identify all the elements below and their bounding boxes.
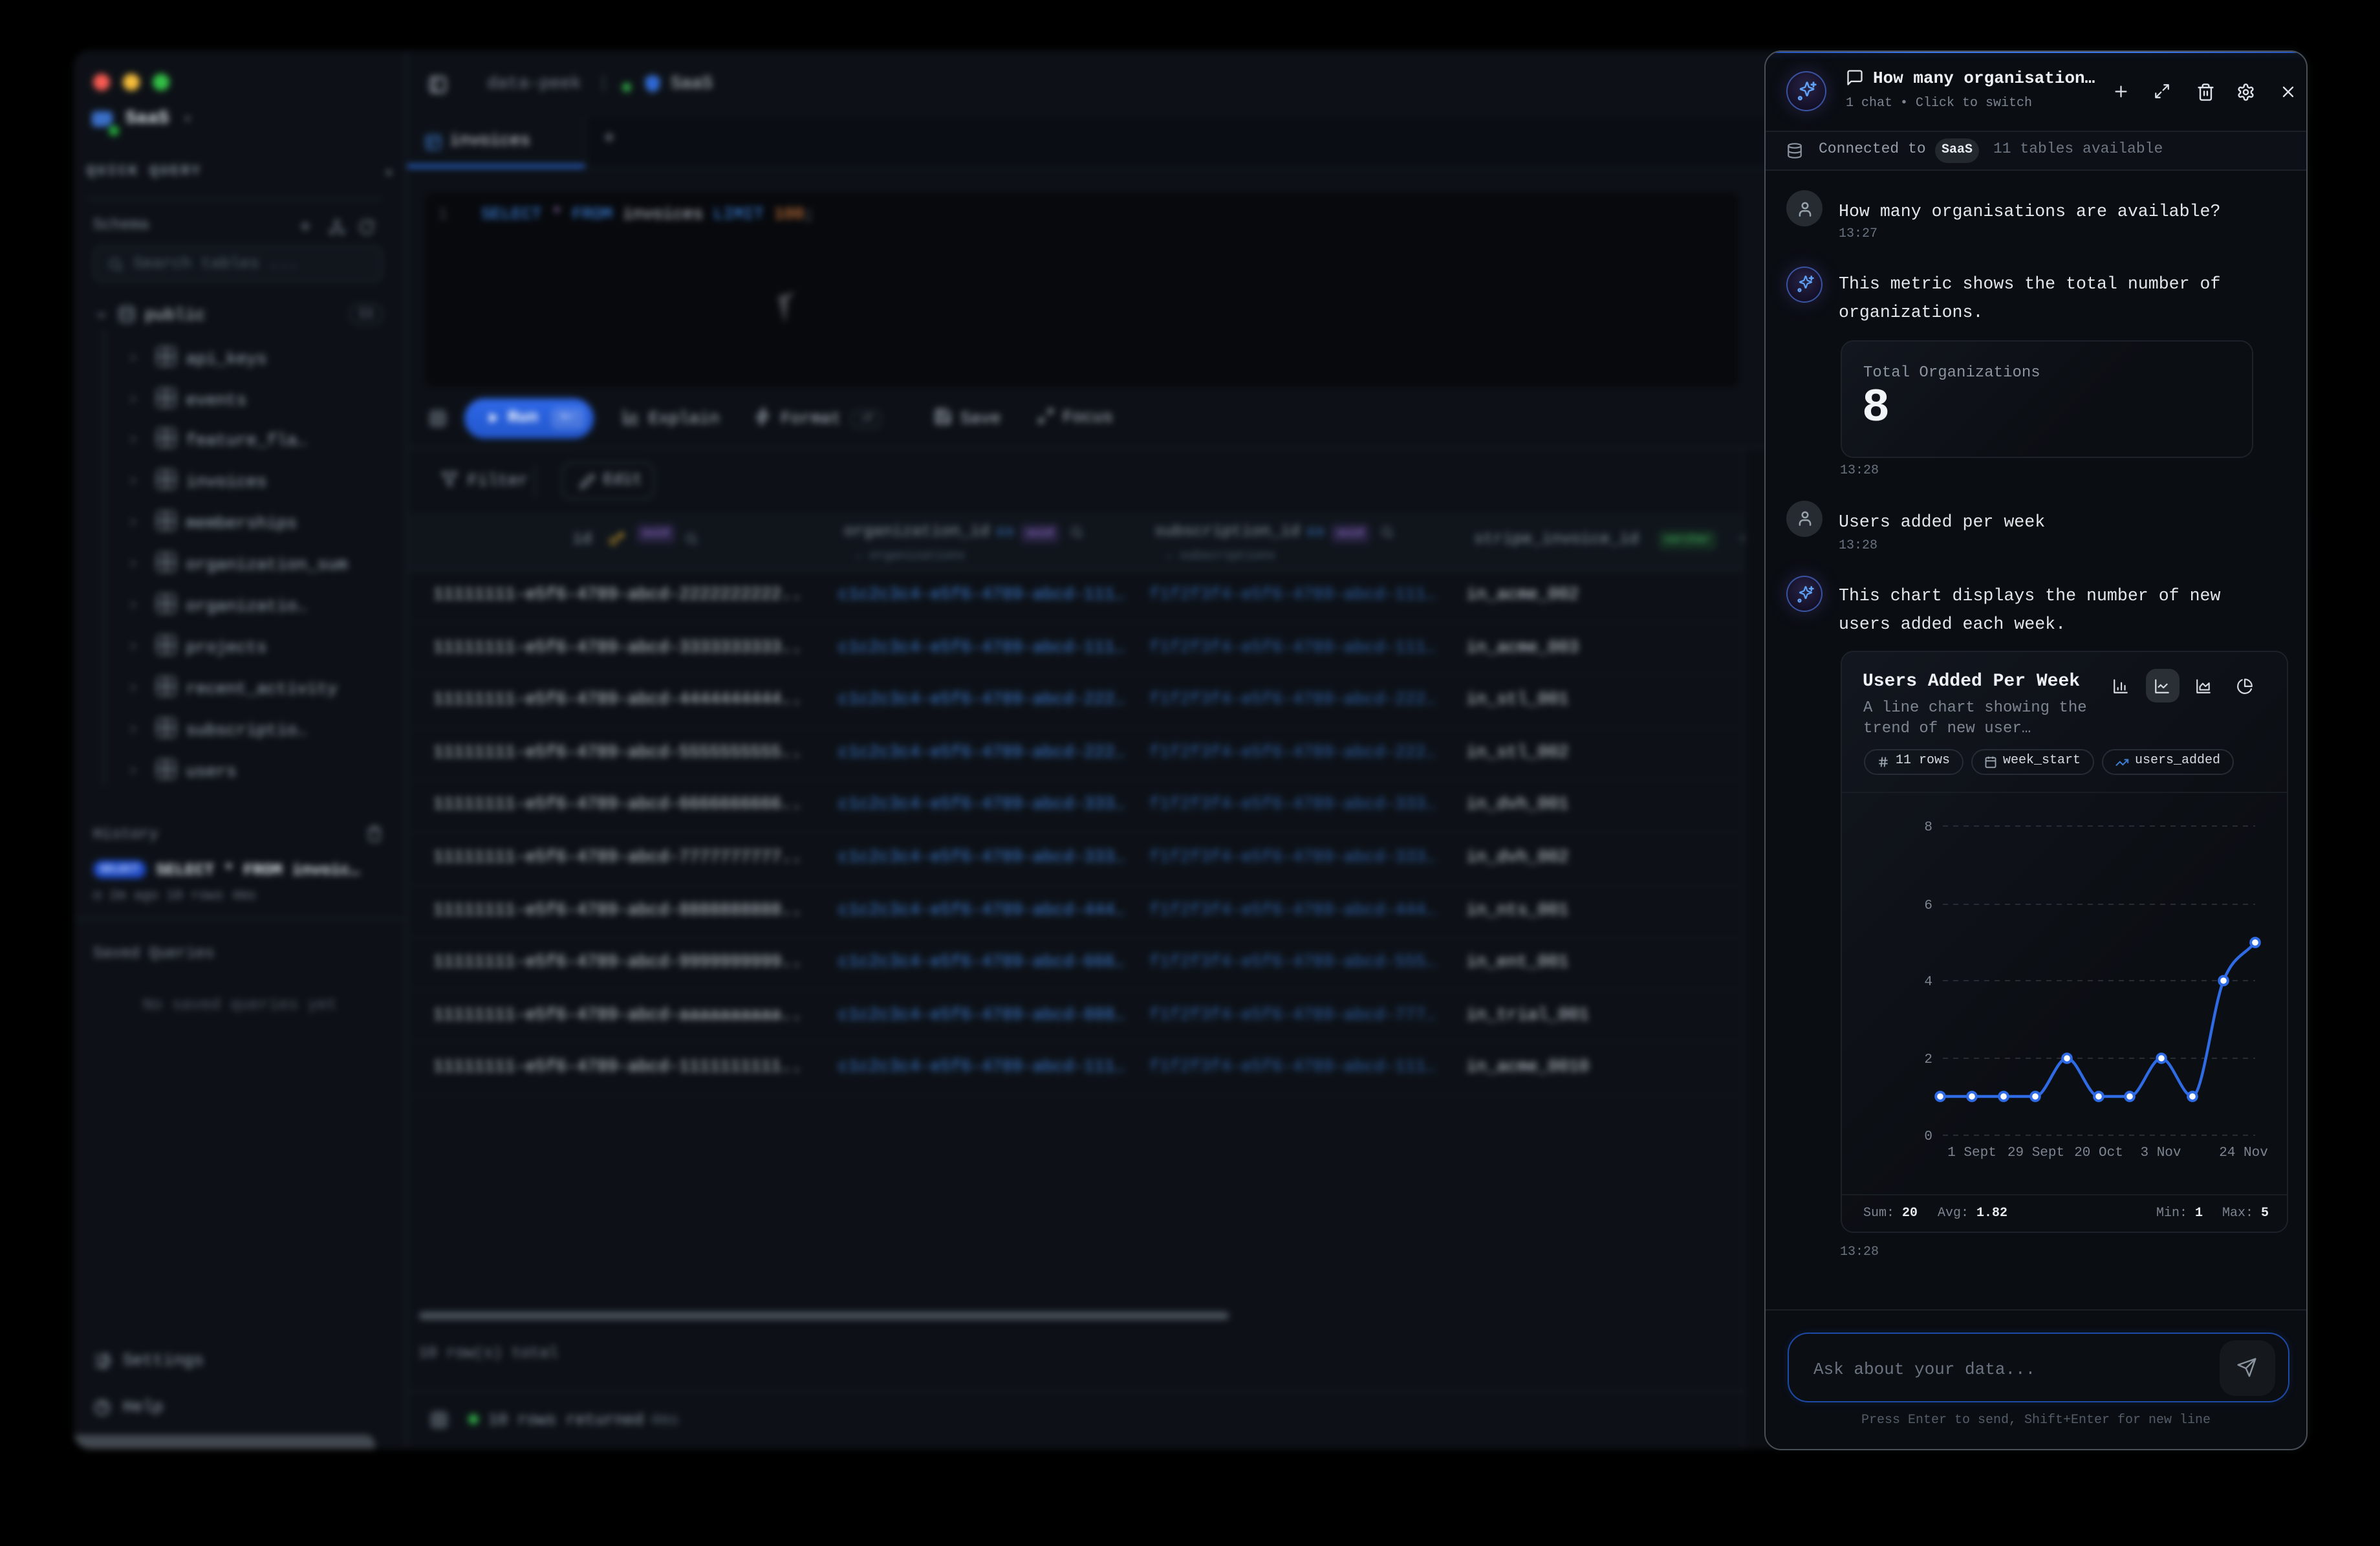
svg-text:20 Oct: 20 Oct bbox=[2073, 1146, 2123, 1160]
svg-text:1 Sept: 1 Sept bbox=[1947, 1146, 1996, 1160]
svg-text:0: 0 bbox=[1923, 1129, 1932, 1144]
svg-text:4: 4 bbox=[1923, 975, 1932, 990]
svg-text:8: 8 bbox=[1923, 820, 1932, 835]
svg-text:3 Nov: 3 Nov bbox=[2139, 1146, 2180, 1160]
svg-text:6: 6 bbox=[1923, 898, 1932, 913]
svg-text:29 Sept: 29 Sept bbox=[2007, 1146, 2064, 1160]
svg-text:24 Nov: 24 Nov bbox=[2218, 1146, 2267, 1160]
svg-text:2: 2 bbox=[1923, 1052, 1932, 1067]
